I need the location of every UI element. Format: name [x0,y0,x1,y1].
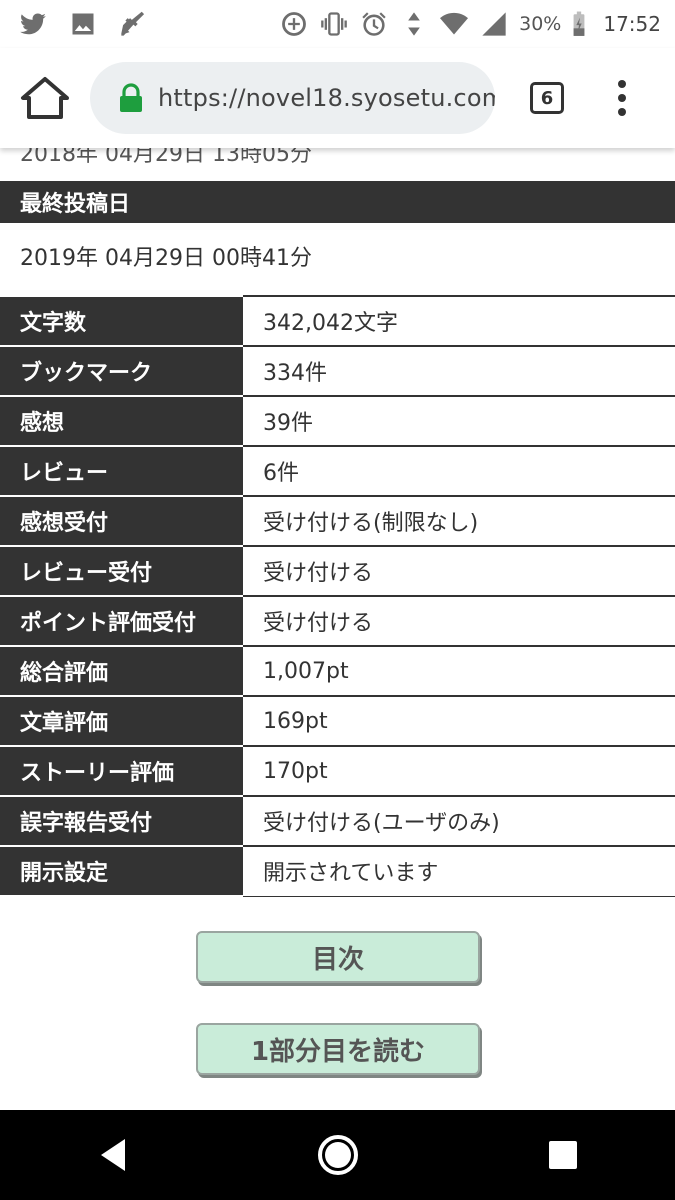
navigation-bar [0,1110,675,1200]
menu-dot [618,80,626,88]
wifi-icon [439,10,469,38]
home-button[interactable] [20,76,70,120]
info-row: 文章評価 169pt [0,695,675,747]
info-row-label: 文字数 [0,295,243,347]
info-row-value: 342,042文字 [243,295,675,347]
home-circle-icon [317,1135,358,1175]
info-row-label: ポイント評価受付 [0,595,243,647]
url-bar[interactable]: https://novel18.syosetu.com [90,62,495,134]
info-row: 誤字報告受付 受け付ける(ユーザのみ) [0,795,675,847]
info-row: レビュー受付 受け付ける [0,545,675,597]
image-icon [68,10,98,38]
info-row-value: 受け付ける [243,595,675,647]
twitter-icon [18,10,48,38]
read-first-part-button[interactable]: 1部分目を読む [196,1023,480,1075]
info-row-label: ブックマーク [0,345,243,397]
info-row: レビュー 6件 [0,445,675,497]
back-button[interactable] [83,1125,143,1185]
recents-button[interactable] [533,1125,593,1185]
novel-info-table: 文字数 342,042文字 ブックマーク 334件 感想 39件 レビュー 6件 感想受付 受け付… [0,295,675,897]
menu-dot [618,108,626,116]
info-row: ストーリー評価 170pt [0,745,675,797]
info-row-value: 169pt [243,695,675,747]
info-row: 感想受付 受け付ける(制限なし) [0,495,675,547]
info-row-label: 誤字報告受付 [0,795,243,847]
url-text: https://novel18.syosetu.com [158,84,495,112]
previous-date-text: 2018年 04月29日 13時05分 [20,148,312,167]
alarm-icon [359,10,389,38]
info-row: ブックマーク 334件 [0,345,675,397]
info-row: 文字数 342,042文字 [0,295,675,347]
data-arrows-icon [399,10,429,38]
vibrate-icon [319,10,349,38]
info-row: ポイント評価受付 受け付ける [0,595,675,647]
browser-toolbar: https://novel18.syosetu.com 6 [0,48,675,148]
table-of-contents-button[interactable]: 目次 [196,931,480,983]
info-row-label: 総合評価 [0,645,243,697]
recents-icon [548,1141,577,1169]
broom-icon [118,10,148,38]
info-row-value: 334件 [243,345,675,397]
info-row-value: 39件 [243,395,675,447]
battery-percentage: 30% [519,13,562,35]
info-row-value: 1,007pt [243,645,675,697]
info-row-label: 感想受付 [0,495,243,547]
info-row-value: 受け付ける(制限なし) [243,495,675,547]
last-posted-header: 最終投稿日 [0,181,675,223]
info-row-value: 6件 [243,445,675,497]
info-row-label: 文章評価 [0,695,243,747]
back-icon [100,1139,125,1171]
info-row-value: 開示されています [243,845,675,897]
clock: 17:52 [603,12,661,36]
lock-icon [120,83,142,112]
info-row-label: レビュー受付 [0,545,243,597]
battery-icon [571,10,587,38]
more-menu-button[interactable] [612,78,632,118]
home-nav-button[interactable] [308,1125,368,1185]
tab-switcher-button[interactable]: 6 [530,82,564,114]
menu-dot [618,94,626,102]
info-row: 総合評価 1,007pt [0,645,675,697]
data-saver-icon [279,10,309,38]
info-row: 感想 39件 [0,395,675,447]
info-row-value: 受け付ける(ユーザのみ) [243,795,675,847]
status-bar: 30% 17:52 [0,0,675,48]
home-icon [21,77,69,119]
info-row-label: レビュー [0,445,243,497]
last-posted-date: 2019年 04月29日 00時41分 [20,246,312,271]
info-row-label: 感想 [0,395,243,447]
info-row-label: 開示設定 [0,845,243,897]
signal-icon [479,10,509,38]
info-row-value: 170pt [243,745,675,797]
info-row-value: 受け付ける [243,545,675,597]
info-row: 開示設定 開示されています [0,845,675,897]
page-content: 2018年 04月29日 13時05分 最終投稿日 2019年 04月29日 0… [0,148,675,1110]
info-row-label: ストーリー評価 [0,745,243,797]
